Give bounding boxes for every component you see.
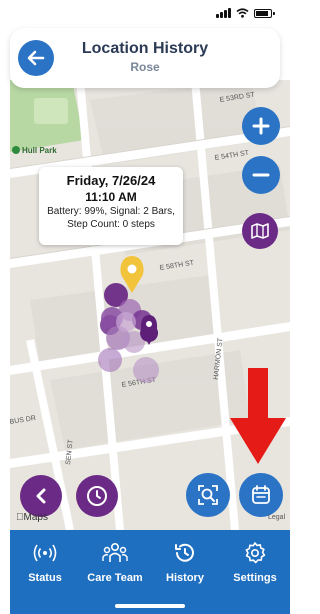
previous-day-button[interactable] xyxy=(20,475,62,517)
map-type-button[interactable] xyxy=(242,213,278,249)
zoom-out-button[interactable] xyxy=(242,156,280,194)
battery-icon xyxy=(254,8,275,18)
legal-link[interactable]: Legal xyxy=(268,514,285,521)
signal-icon xyxy=(33,544,57,562)
plus-icon xyxy=(252,117,270,135)
history-icon xyxy=(175,543,194,562)
cell-signal-icon xyxy=(216,8,231,18)
tab-label: Care Team xyxy=(87,572,143,584)
search-area-button[interactable] xyxy=(186,473,230,517)
status-icons xyxy=(216,8,275,18)
chevron-left-icon xyxy=(36,488,46,504)
popup-date: Friday, 7/26/24 xyxy=(66,173,156,188)
gear-icon xyxy=(245,542,266,564)
popup-time: 11:10 AM xyxy=(85,190,137,204)
status-bar xyxy=(0,0,290,28)
minus-icon xyxy=(252,173,270,177)
page-subtitle: Rose xyxy=(130,60,160,74)
team-icon xyxy=(102,542,128,562)
tab-label: Status xyxy=(28,572,62,584)
red-arrow-annotation xyxy=(230,368,286,464)
tab-label: Settings xyxy=(233,572,277,584)
location-info-popup: Friday, 7/26/24 11:10 AM Battery: 99%, S… xyxy=(39,167,183,245)
maps-logo: Maps xyxy=(16,512,48,523)
calendar-button[interactable] xyxy=(239,473,283,517)
tab-bar: Status Care Team History Settings xyxy=(10,530,290,614)
zoom-in-button[interactable] xyxy=(242,107,280,145)
tab-settings[interactable]: Settings xyxy=(220,540,290,584)
tab-history[interactable]: History xyxy=(150,540,220,584)
popup-step-line: Step Count: 0 steps xyxy=(67,219,155,230)
tab-care-team[interactable]: Care Team xyxy=(80,540,150,584)
wifi-icon xyxy=(236,8,249,18)
search-zoom-icon xyxy=(198,485,218,505)
page-title: Location History xyxy=(81,40,209,57)
header: Location History Rose xyxy=(10,28,280,88)
tab-label: History xyxy=(166,572,204,584)
clock-icon xyxy=(87,486,107,506)
time-filter-button[interactable] xyxy=(76,475,118,517)
home-indicator xyxy=(115,604,185,608)
calendar-icon xyxy=(252,485,270,504)
tab-status[interactable]: Status xyxy=(10,540,80,584)
map-icon xyxy=(251,223,269,239)
park-label: Hull Park xyxy=(22,146,57,155)
popup-status-line: Battery: 99%, Signal: 2 Bars, xyxy=(47,206,175,217)
